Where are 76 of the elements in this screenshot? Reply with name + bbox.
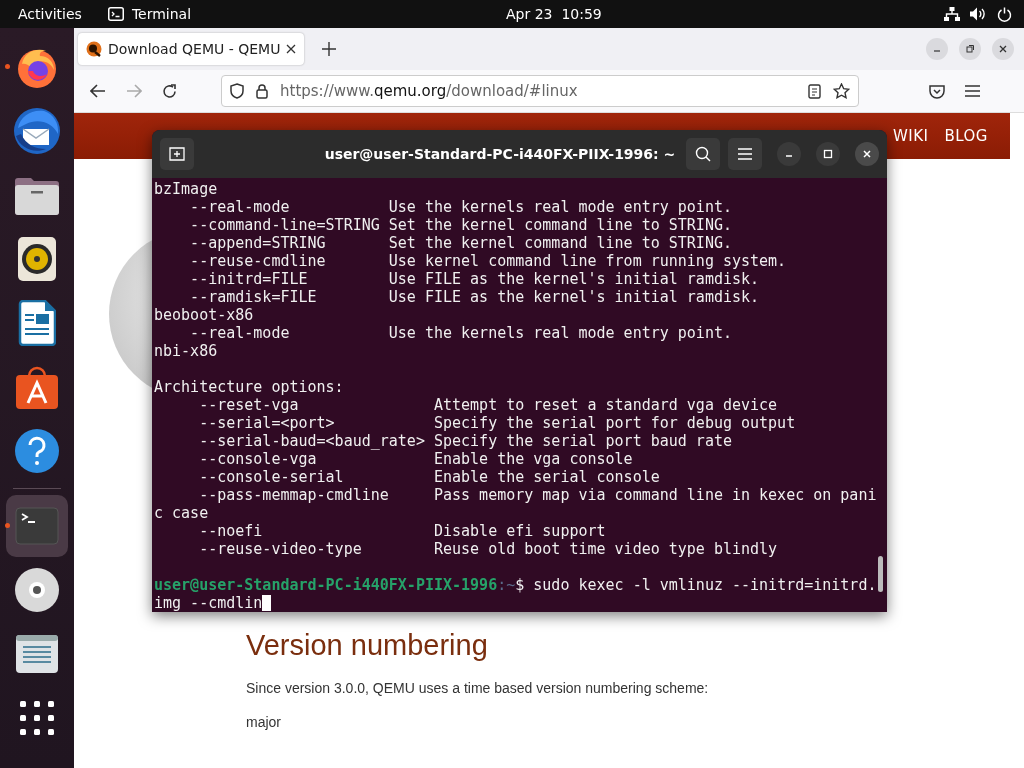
terminal-line: --initrd=FILE Use FILE as the kernel's initial ramdisk.: [189, 270, 761, 288]
terminal-line: --reuse-video-type Reuse old boot time video type blindly: [198, 540, 779, 558]
terminal-line: --serial-baud=<baud_rate> Specify the serial port baud rate: [198, 432, 733, 450]
terminal-line: bzImage: [154, 180, 219, 198]
menu-button[interactable]: [728, 138, 762, 170]
terminal-line: --console-serial Enable the serial console: [198, 468, 661, 486]
terminal-line: --reset-vga Attempt to reset a standard vga device: [198, 396, 779, 414]
command-line: img --cmdlin: [154, 594, 263, 612]
terminal-line: c case: [154, 504, 210, 522]
search-button[interactable]: [686, 138, 720, 170]
search-icon: [695, 146, 711, 162]
reader-view-icon[interactable]: [808, 83, 821, 99]
terminal-line: --ramdisk=FILE Use FILE as the kernel's initial ramdisk.: [189, 288, 761, 306]
shopping-bag-icon: [14, 364, 60, 410]
text-lines-icon: [15, 634, 59, 674]
bookmark-star-icon[interactable]: [833, 83, 850, 99]
terminal-line: beoboot-x86: [154, 306, 255, 324]
activities-button[interactable]: Activities: [18, 6, 82, 22]
help-icon: [14, 428, 60, 474]
terminal-line: --serial=<port> Specify the serial port for debug output: [198, 414, 797, 432]
folder-icon: [14, 175, 60, 215]
terminal-icon: [107, 7, 124, 21]
new-tab-icon[interactable]: [322, 42, 337, 56]
terminal-line: --reuse-cmdline Use kernel command line from running system.: [189, 252, 788, 270]
maximize-icon: [823, 149, 833, 159]
close-icon: [998, 44, 1008, 54]
lock-icon[interactable]: [256, 83, 268, 99]
close-tab-icon[interactable]: [286, 44, 297, 54]
paragraph: Since version 3.0.0, QEMU uses a time based version numbering scheme:: [246, 680, 710, 696]
menu-icon: [738, 148, 752, 160]
mail-bird-icon: [12, 106, 62, 156]
reload-icon[interactable]: [162, 83, 177, 99]
minimize-button[interactable]: [777, 142, 801, 166]
close-button[interactable]: [855, 142, 879, 166]
shield-icon[interactable]: [230, 83, 244, 99]
power-icon[interactable]: [997, 6, 1012, 22]
restore-icon: [965, 44, 975, 54]
command-line: user@user-Standard-PC-i440FX-PIIX-1996:~$ sudo kexec -l vmlinuz --initrd=initrd.: [154, 576, 878, 594]
terminal-line: --pass-memmap-cmdline Pass memory map via command line in kexec on pani: [198, 486, 878, 504]
menu-icon[interactable]: [965, 85, 980, 97]
volume-icon[interactable]: [970, 7, 987, 21]
app-grid-icon: [20, 701, 54, 735]
browser-tab[interactable]: Download QEMU - QEMU: [78, 33, 305, 65]
speaker-icon: [17, 236, 57, 282]
text-cursor: [262, 595, 272, 611]
app-menu[interactable]: Terminal: [131, 6, 192, 22]
section-heading: Version numbering: [246, 629, 489, 662]
close-button[interactable]: [992, 38, 1014, 60]
terminal-line: --append=STRING Set the kernel command line to STRING.: [189, 234, 733, 252]
terminal-line: Architecture options:: [154, 378, 345, 396]
terminal-line: nbi-x86: [154, 342, 219, 360]
terminal-line: --noefi Disable efi support: [198, 522, 607, 540]
close-icon: [862, 149, 872, 159]
restore-button[interactable]: [959, 38, 981, 60]
scrollbar-thumb[interactable]: [878, 556, 883, 592]
list-term: major: [246, 714, 282, 730]
terminal-line: --real-mode Use the kernels real mode entry point.: [189, 198, 733, 216]
site-favicon: [86, 41, 102, 57]
clock[interactable]: Apr 23 10:59: [506, 6, 602, 22]
network-icon[interactable]: [944, 7, 960, 21]
nav-link[interactable]: BLOG: [944, 127, 988, 145]
disc-icon: [14, 567, 60, 613]
pocket-icon[interactable]: [929, 83, 945, 99]
window-title: user@user-Standard-PC-i440FX-PIIX-1996: ~: [323, 146, 677, 162]
new-tab-icon: [169, 147, 185, 161]
terminal-line: --console-vga Enable the vga console: [198, 450, 634, 468]
document-icon: [18, 300, 56, 346]
terminal-line: --command-line=STRING Set the kernel command line to STRING.: [189, 216, 733, 234]
minimize-button[interactable]: [926, 38, 948, 60]
back-icon[interactable]: [90, 84, 106, 98]
new-tab-button[interactable]: [160, 138, 194, 170]
terminal-line: --real-mode Use the kernels real mode entry point.: [189, 324, 733, 342]
terminal-icon: [15, 507, 59, 545]
nav-link[interactable]: WIKI: [892, 127, 929, 145]
maximize-button[interactable]: [816, 142, 840, 166]
address-bar[interactable]: https://www.qemu.org/download/#linux: [221, 75, 859, 107]
